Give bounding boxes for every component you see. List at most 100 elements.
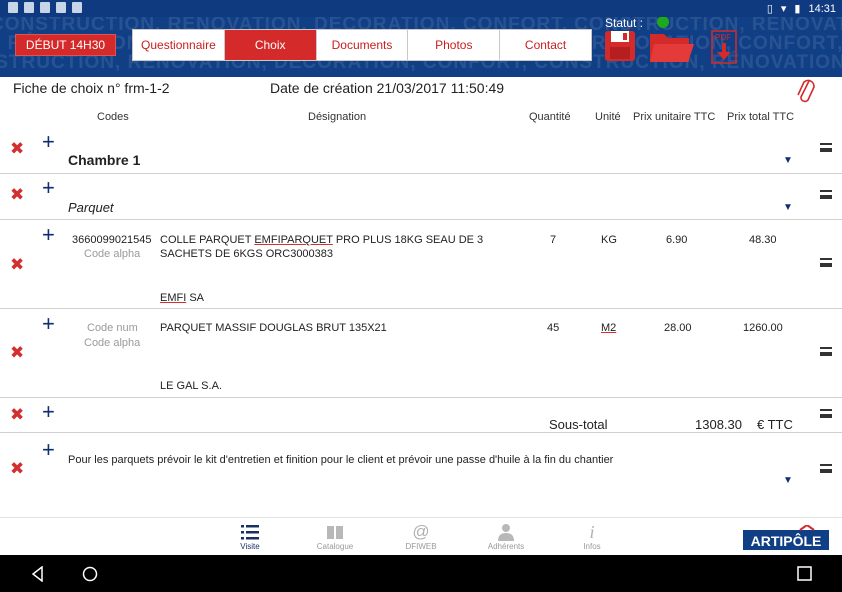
unit-price[interactable]: 28.00 <box>664 322 692 334</box>
photo-notification-icon <box>56 2 66 13</box>
book-icon <box>305 522 365 542</box>
add-icon[interactable]: + <box>42 224 55 246</box>
subtotal-value: 1308.30 <box>695 417 742 432</box>
chevron-down-icon[interactable]: ▼ <box>783 155 793 166</box>
nav-catalogue[interactable]: Catalogue <box>305 522 365 551</box>
system-indicators: ▯ ▾ ▮ 14:31 <box>767 2 836 16</box>
battery-icon: ▮ <box>794 3 801 15</box>
column-designation: Désignation <box>308 111 367 123</box>
list-icon <box>220 522 280 542</box>
system-navigation-bar <box>0 555 842 592</box>
creation-date: Date de création 21/03/2017 11:50:49 <box>270 80 505 96</box>
start-time-button[interactable]: DÉBUT 14H30 <box>15 34 116 56</box>
column-prix-unitaire: Prix unitaire TTC <box>633 111 716 123</box>
nav-label: Adhérents <box>487 542 525 551</box>
drag-handle-icon[interactable] <box>820 190 832 199</box>
download-notification-icon <box>72 2 82 13</box>
delete-icon[interactable]: ✖ <box>10 460 24 477</box>
unit-price[interactable]: 6.90 <box>666 234 687 246</box>
recents-icon[interactable] <box>797 566 812 581</box>
column-quantite: Quantité <box>529 111 571 123</box>
app-header: CONSTRUCTION, RÉNOVATION, DÉCORATION, CO… <box>0 17 842 77</box>
delete-icon[interactable]: ✖ <box>10 406 24 423</box>
back-icon[interactable] <box>30 566 46 582</box>
image-notification-icon <box>8 2 18 13</box>
quantity[interactable]: 45 <box>547 322 559 334</box>
table-row: ✖ + 3660099021545 Code alpha COLLE PARQU… <box>0 220 842 309</box>
drag-handle-icon[interactable] <box>820 258 832 267</box>
nav-label: Catalogue <box>316 542 354 551</box>
tab-documents[interactable]: Documents <box>317 30 409 60</box>
drag-handle-icon[interactable] <box>820 409 832 418</box>
designation[interactable]: COLLE PARQUET EMFIPARQUET PRO PLUS 18KG … <box>160 234 483 246</box>
clock: 14:31 <box>808 2 836 15</box>
nav-adherents[interactable]: Adhérents <box>476 522 536 551</box>
supplier: EMFI SA <box>160 292 205 304</box>
table-row: ✖ + Code num Code alpha PARQUET MASSIF D… <box>0 309 842 398</box>
unit[interactable]: M2 <box>601 322 616 334</box>
fiche-number: Fiche de choix n° frm-1-2 <box>13 80 170 96</box>
person-icon <box>476 522 536 542</box>
nav-visite[interactable]: Visite <box>220 522 280 551</box>
code-alpha[interactable]: Code alpha <box>84 248 140 260</box>
tab-contact[interactable]: Contact <box>500 30 591 60</box>
code-alpha[interactable]: Code alpha <box>84 337 140 349</box>
delete-icon[interactable]: ✖ <box>10 140 24 157</box>
notification-icons <box>8 2 82 13</box>
subtotal-row: ✖ + Sous-total 1308.30 € TTC <box>0 398 842 433</box>
pdf-download-icon[interactable]: PDF <box>711 30 737 64</box>
bottom-navigation: Visite Catalogue @ DFIWEB Adhérents i In… <box>0 517 842 555</box>
nav-infos[interactable]: i Infos <box>562 522 622 552</box>
add-icon[interactable]: + <box>42 313 55 335</box>
logo-text: ARTIPÔLE <box>751 532 822 549</box>
tab-questionnaire[interactable]: Questionnaire <box>133 30 225 60</box>
add-icon[interactable]: + <box>42 439 55 461</box>
chevron-down-icon[interactable]: ▼ <box>783 202 793 213</box>
delete-icon[interactable]: ✖ <box>10 344 24 361</box>
column-prix-total: Prix total TTC <box>727 111 795 123</box>
delete-icon[interactable]: ✖ <box>10 256 24 273</box>
home-icon[interactable] <box>82 566 98 582</box>
column-codes: Codes <box>97 111 129 123</box>
delete-icon[interactable]: ✖ <box>10 186 24 203</box>
quantity[interactable]: 7 <box>550 234 556 246</box>
nav-label: DFIWEB <box>405 542 437 551</box>
n-notification-icon <box>40 2 50 13</box>
nav-dfiweb[interactable]: @ DFIWEB <box>391 522 451 551</box>
at-icon: @ <box>412 522 430 541</box>
note-text[interactable]: Pour les parquets prévoir le kit d'entre… <box>68 454 613 466</box>
artipole-logo: ARTIPÔLE <box>743 525 829 550</box>
total-price: 48.30 <box>749 234 777 246</box>
folder-icon[interactable] <box>649 30 695 64</box>
pdf-label: PDF <box>715 33 731 42</box>
add-icon[interactable]: + <box>42 401 55 423</box>
code-num[interactable]: 3660099021545 <box>72 234 152 246</box>
chevron-down-icon[interactable]: ▼ <box>783 475 793 486</box>
designation[interactable]: PARQUET MASSIF DOUGLAS BRUT 135X21 <box>160 322 387 334</box>
drag-handle-icon[interactable] <box>820 464 832 473</box>
column-unite: Unité <box>595 111 621 123</box>
tab-choix[interactable]: Choix <box>224 30 317 60</box>
subtotal-unit: € TTC <box>757 417 793 432</box>
code-num[interactable]: Code num <box>87 322 138 334</box>
note-row: ✖ + Pour les parquets prévoir le kit d'e… <box>0 433 842 517</box>
supplier: LE GAL S.A. <box>160 380 222 392</box>
subsection-row-parquet: ✖ + Parquet ▼ <box>0 174 842 220</box>
drag-handle-icon[interactable] <box>820 143 832 152</box>
nav-label: Infos <box>583 542 601 551</box>
calendar-notification-icon <box>24 2 34 13</box>
add-icon[interactable]: + <box>42 131 55 153</box>
save-icon[interactable] <box>604 30 636 62</box>
statut-label: Statut : <box>605 17 644 30</box>
drag-handle-icon[interactable] <box>820 347 832 356</box>
subsection-title[interactable]: Parquet <box>68 200 114 215</box>
add-icon[interactable]: + <box>42 177 55 199</box>
tab-photos[interactable]: Photos <box>408 30 501 60</box>
section-row-chambre: ✖ + Chambre 1 ▼ <box>0 129 842 174</box>
paperclip-icon[interactable] <box>795 77 817 109</box>
subtotal-label: Sous-total <box>549 417 608 432</box>
designation-line2[interactable]: SACHETS DE 6KGS ORC3000383 <box>160 248 333 260</box>
section-title[interactable]: Chambre 1 <box>68 152 140 168</box>
wifi-icon: ▾ <box>780 3 787 15</box>
unit[interactable]: KG <box>601 234 617 246</box>
